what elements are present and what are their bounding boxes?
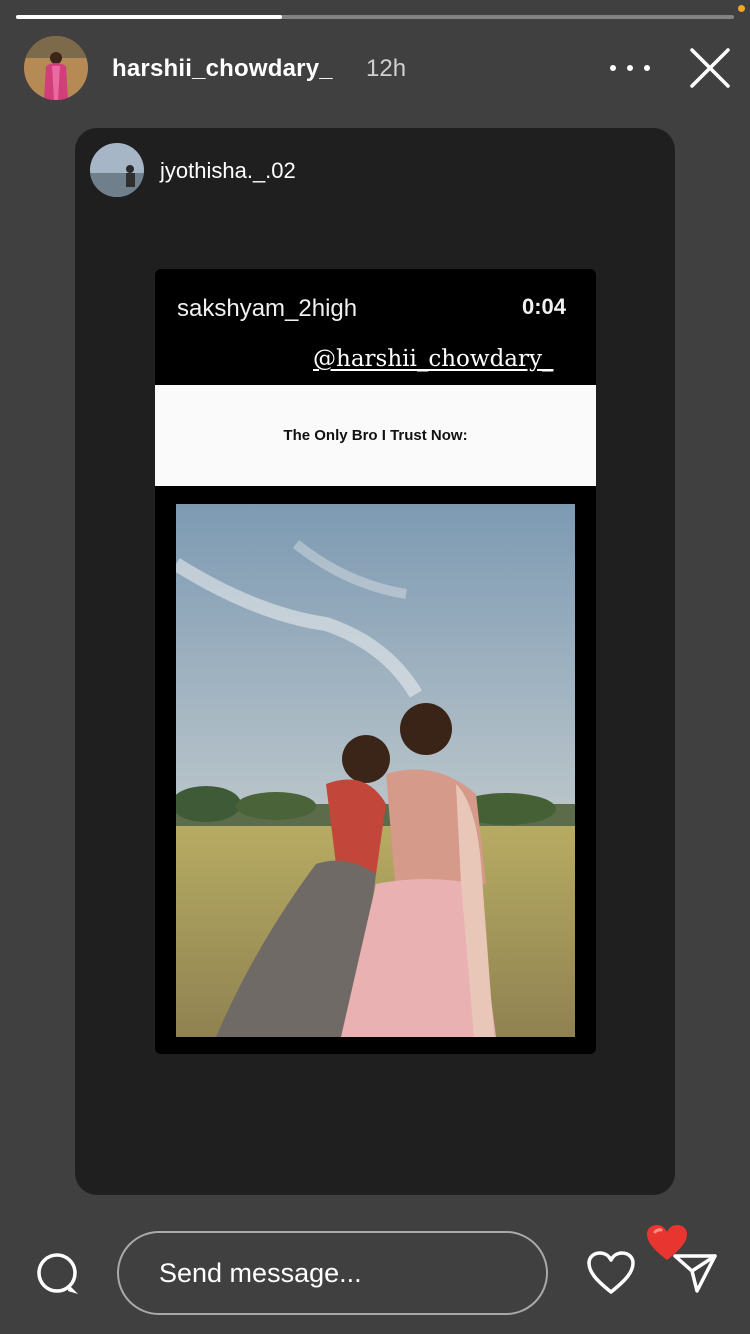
more-options-button[interactable] xyxy=(610,55,650,81)
more-icon xyxy=(610,65,616,71)
caption-text: The Only Bro I Trust Now: xyxy=(283,427,468,444)
share-button[interactable] xyxy=(672,1252,718,1294)
paper-plane-icon xyxy=(673,1254,717,1293)
like-button[interactable] xyxy=(586,1250,636,1296)
story-username[interactable]: harshii_chowdary_ xyxy=(112,55,333,83)
shared-author-username[interactable]: jyothisha._.02 xyxy=(160,158,296,184)
story-progress-fill xyxy=(16,15,282,19)
story-photo xyxy=(176,504,575,1037)
comment-button[interactable] xyxy=(34,1250,82,1298)
notification-dot xyxy=(738,5,745,12)
heart-icon xyxy=(587,1251,635,1294)
close-icon xyxy=(690,48,730,88)
story-author-avatar[interactable] xyxy=(24,36,88,100)
repost-username: sakshyam_2high xyxy=(177,295,358,322)
story-progress-bar xyxy=(16,15,734,19)
send-message-placeholder: Send message... xyxy=(159,1258,362,1288)
repost-timestamp: 0:04 xyxy=(522,294,567,319)
story-time-ago: 12h xyxy=(366,55,407,82)
close-button[interactable] xyxy=(688,46,732,90)
mention-tag[interactable]: @harshii_chowdary_ xyxy=(313,346,554,372)
comment-icon xyxy=(37,1253,78,1294)
shared-author-avatar[interactable] xyxy=(90,143,144,197)
